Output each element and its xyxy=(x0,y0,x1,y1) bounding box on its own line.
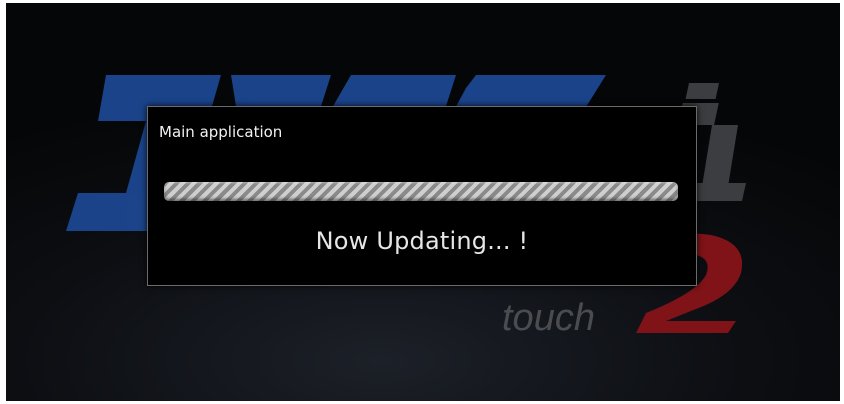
update-status-message: Now Updating... ! xyxy=(315,227,529,255)
app-screen: touch Main application Now Updating... ! xyxy=(6,3,840,401)
dialog-title: Main application xyxy=(159,123,283,141)
nav-logo-touch-text: touch xyxy=(502,297,595,339)
update-dialog: Main application Now Updating... ! xyxy=(147,106,697,286)
indeterminate-progress-bar xyxy=(164,182,678,201)
